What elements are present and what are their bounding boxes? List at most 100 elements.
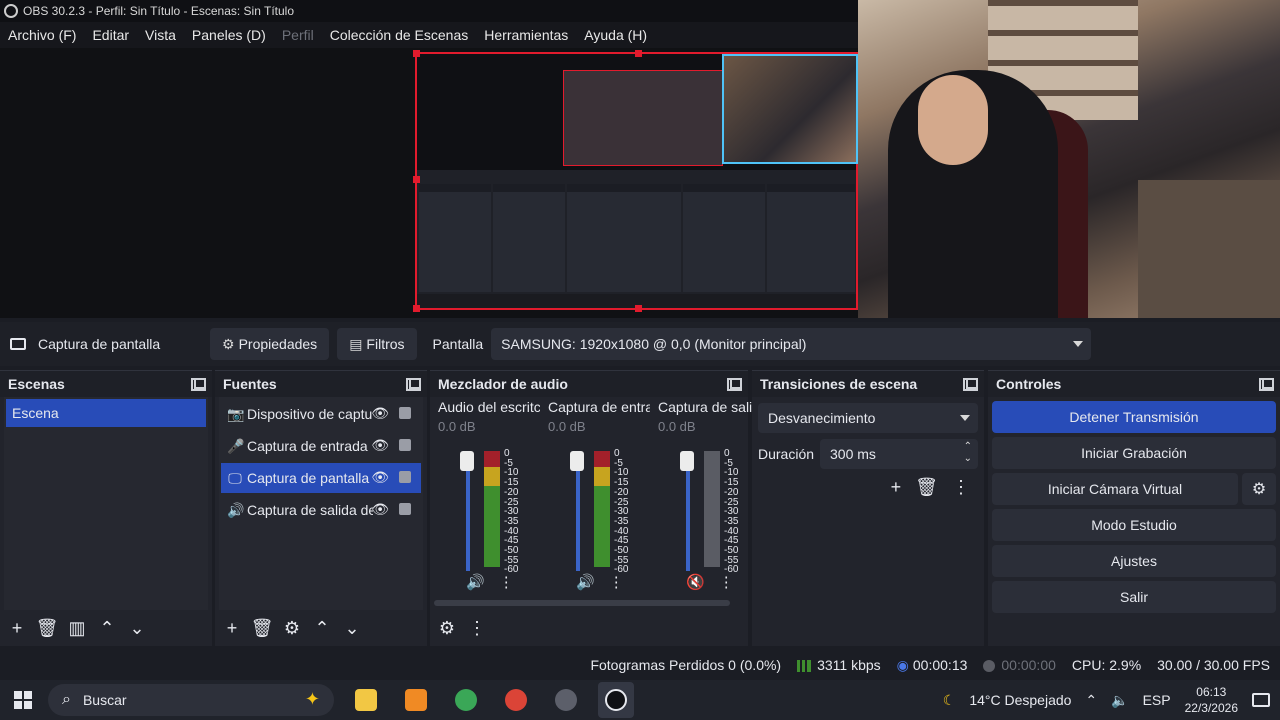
add-transition-icon[interactable]: + xyxy=(891,477,902,498)
lock-icon[interactable] xyxy=(399,471,411,483)
taskbar-search[interactable]: ⌕ Buscar ✦ xyxy=(48,684,334,716)
channel-volume: 0.0 dB xyxy=(438,419,476,434)
speaker-icon[interactable]: 🔊 xyxy=(466,573,485,591)
add-source-icon[interactable]: + xyxy=(219,615,245,641)
resize-handle[interactable] xyxy=(413,305,420,312)
move-up-icon[interactable]: ⌃ xyxy=(94,615,120,641)
more-options-icon[interactable]: ⋮ xyxy=(609,573,624,591)
scenes-list: Escena xyxy=(4,397,208,610)
weather-status[interactable]: 14°C Despejado xyxy=(969,692,1071,708)
audio-mixer-dock: Mezclador de audio Audio del escritc 0.0… xyxy=(430,370,752,646)
source-properties-icon[interactable]: ⚙ xyxy=(279,615,305,641)
clock[interactable]: 06:13 22/3/2026 xyxy=(1185,684,1238,716)
signal-icon xyxy=(797,660,812,673)
windows-start-icon[interactable] xyxy=(14,691,32,709)
stop-streaming-button[interactable]: Detener Transmisión xyxy=(992,401,1276,433)
settings-button[interactable]: Ajustes xyxy=(992,545,1276,577)
muted-speaker-icon[interactable]: 🔇 xyxy=(686,573,705,591)
scene-filters-icon[interactable]: ▥ xyxy=(64,615,90,641)
menu-herramientas[interactable]: Herramientas xyxy=(476,27,576,43)
chevron-up-icon[interactable]: ⌃ xyxy=(1085,692,1097,709)
spin-arrows-icon[interactable]: ⌃ ⌄ xyxy=(964,441,972,465)
clock-date: 22/3/2026 xyxy=(1184,701,1238,715)
remove-transition-icon[interactable]: 🗑 xyxy=(915,477,938,498)
speaker-icon[interactable]: 🔊 xyxy=(576,573,595,591)
chrome-profile-icon[interactable] xyxy=(498,682,534,718)
source-item[interactable]: 🔊 Captura de salida de 👁 xyxy=(221,495,421,525)
visibility-eye-icon[interactable]: 👁 xyxy=(371,405,389,422)
duration-value: 300 ms xyxy=(830,446,876,462)
visibility-eye-icon[interactable]: 👁 xyxy=(371,469,389,486)
search-placeholder: Buscar xyxy=(82,692,127,708)
undock-icon[interactable] xyxy=(727,377,742,391)
sources-list: 📷 Dispositivo de captu 👁 🎤 Captura de en… xyxy=(219,397,423,610)
source-item-selected[interactable]: 🖵 Captura de pantalla 👁 xyxy=(221,463,421,493)
filters-button[interactable]: ▤ Filtros xyxy=(337,328,417,360)
lock-icon[interactable] xyxy=(399,503,411,515)
more-options-icon[interactable]: ⋮ xyxy=(719,573,734,591)
transition-select[interactable]: Desvanecimiento xyxy=(758,403,978,433)
slider-handle[interactable] xyxy=(680,451,694,471)
chrome-icon[interactable] xyxy=(448,682,484,718)
properties-button[interactable]: ⚙ Propiedades xyxy=(210,328,330,360)
menu-ayuda[interactable]: Ayuda (H) xyxy=(576,27,655,43)
media-player-icon[interactable] xyxy=(548,682,584,718)
undock-icon[interactable] xyxy=(406,377,421,391)
undock-icon[interactable] xyxy=(191,377,206,391)
more-options-icon[interactable]: ⋮ xyxy=(499,573,514,591)
menu-coleccion-escenas[interactable]: Colección de Escenas xyxy=(322,27,477,43)
visibility-eye-icon[interactable]: 👁 xyxy=(371,501,389,518)
volume-slider[interactable] xyxy=(460,451,474,571)
more-options-icon[interactable]: ⋮ xyxy=(952,477,970,498)
advanced-audio-properties-icon[interactable]: ⚙ xyxy=(434,615,460,641)
volume-slider[interactable] xyxy=(680,451,694,571)
menu-archivo[interactable]: Archivo (F) xyxy=(0,27,84,43)
resize-handle[interactable] xyxy=(413,176,420,183)
visibility-eye-icon[interactable]: 👁 xyxy=(371,437,389,454)
language-indicator[interactable]: ESP xyxy=(1143,692,1171,708)
obs-taskbar-icon[interactable] xyxy=(598,682,634,718)
mixer-scrollbar[interactable] xyxy=(434,600,730,606)
add-scene-icon[interactable]: + xyxy=(4,615,30,641)
lock-icon[interactable] xyxy=(399,407,411,419)
mixer-channel: Captura de sali 0.0 dB 0 -5 -10 -15 -20 -25 -3… xyxy=(658,399,764,599)
start-virtual-camera-button[interactable]: Iniciar Cámara Virtual xyxy=(992,473,1238,505)
source-item[interactable]: 🎤 Captura de entrada 👁 xyxy=(221,431,421,461)
paint-app-icon[interactable] xyxy=(398,682,434,718)
slider-handle[interactable] xyxy=(570,451,584,471)
notification-icon[interactable] xyxy=(1252,693,1270,707)
duration-stepper[interactable]: 300 ms ⌃ ⌄ xyxy=(820,439,978,469)
remove-scene-icon[interactable]: 🗑 xyxy=(34,615,60,641)
volume-slider[interactable] xyxy=(570,451,584,571)
move-down-icon[interactable]: ⌄ xyxy=(339,615,365,641)
lock-icon[interactable] xyxy=(399,439,411,451)
resize-handle[interactable] xyxy=(413,50,420,57)
resize-handle[interactable] xyxy=(635,50,642,57)
slider-handle[interactable] xyxy=(460,451,474,471)
resize-handle[interactable] xyxy=(635,305,642,312)
volume-icon[interactable]: 🔈 xyxy=(1111,692,1128,709)
menu-paneles[interactable]: Paneles (D) xyxy=(184,27,274,43)
source-item[interactable]: 📷 Dispositivo de captu 👁 xyxy=(221,399,421,429)
scene-item-label: Escena xyxy=(12,405,59,421)
screen-capture-preview[interactable] xyxy=(413,50,858,312)
level-meter xyxy=(484,451,500,567)
remove-source-icon[interactable]: 🗑 xyxy=(249,615,275,641)
virtual-cam-row: Iniciar Cámara Virtual ⚙ xyxy=(992,473,1276,505)
file-explorer-icon[interactable] xyxy=(348,682,384,718)
move-down-icon[interactable]: ⌄ xyxy=(124,615,150,641)
studio-mode-button[interactable]: Modo Estudio xyxy=(992,509,1276,541)
display-select[interactable]: SAMSUNG: 1920x1080 @ 0,0 (Monitor princi… xyxy=(491,328,1092,360)
menu-vista[interactable]: Vista xyxy=(137,27,184,43)
scene-item[interactable]: Escena xyxy=(6,399,206,427)
menu-editar[interactable]: Editar xyxy=(84,27,137,43)
menu-perfil[interactable]: Perfil xyxy=(274,27,322,43)
more-options-icon[interactable]: ⋮ xyxy=(464,615,490,641)
exit-button[interactable]: Salir xyxy=(992,581,1276,613)
gear-icon[interactable]: ⚙ xyxy=(1242,473,1276,505)
undock-icon[interactable] xyxy=(1259,377,1274,391)
mixer-toolbar: ⚙ ⋮ xyxy=(430,610,748,646)
undock-icon[interactable] xyxy=(963,377,978,391)
start-recording-button[interactable]: Iniciar Grabación xyxy=(992,437,1276,469)
move-up-icon[interactable]: ⌃ xyxy=(309,615,335,641)
